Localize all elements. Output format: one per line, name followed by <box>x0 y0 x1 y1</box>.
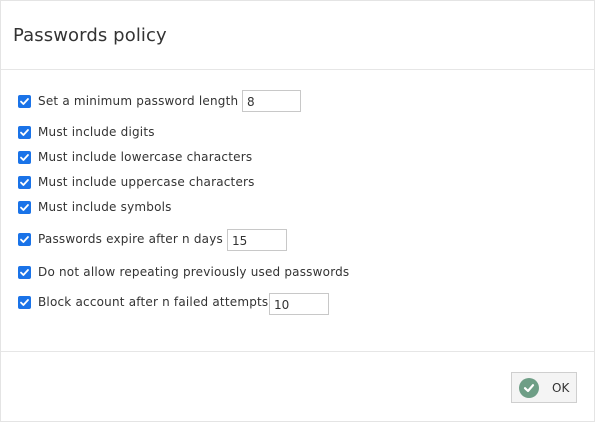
option-lowercase: Must include lowercase characters <box>18 145 252 169</box>
option-symbols: Must include symbols <box>18 195 172 219</box>
ok-button[interactable]: OK <box>511 372 577 403</box>
expire-days-input[interactable] <box>227 229 287 251</box>
digits-label: Must include digits <box>38 125 155 139</box>
option-block-account: Block account after n failed attempts <box>18 290 268 314</box>
lowercase-label: Must include lowercase characters <box>38 150 253 164</box>
lowercase-checkbox[interactable] <box>18 150 31 164</box>
checkmark-icon <box>20 203 29 211</box>
min-length-checkbox[interactable] <box>18 94 31 108</box>
dialog-title: Passwords policy <box>13 25 167 46</box>
block-account-checkbox[interactable] <box>18 295 31 309</box>
uppercase-label: Must include uppercase characters <box>38 175 255 189</box>
dialog-header: Passwords policy <box>1 1 594 70</box>
min-length-label: Set a minimum password length <box>38 94 239 108</box>
option-digits: Must include digits <box>18 120 155 144</box>
expire-days-checkbox[interactable] <box>18 232 31 246</box>
checkmark-icon <box>20 298 29 306</box>
symbols-checkbox[interactable] <box>18 200 31 214</box>
digits-checkbox[interactable] <box>18 125 31 139</box>
check-circle-icon <box>519 377 539 398</box>
policy-options: Set a minimum password length Must inclu… <box>1 71 594 351</box>
option-no-repeat: Do not allow repeating previously used p… <box>18 260 349 284</box>
dialog-footer: OK <box>1 351 594 422</box>
option-min-length: Set a minimum password length <box>18 89 238 113</box>
no-repeat-label: Do not allow repeating previously used p… <box>38 265 350 279</box>
failed-attempts-input[interactable] <box>269 293 329 315</box>
checkmark-icon <box>20 128 29 136</box>
option-uppercase: Must include uppercase characters <box>18 170 255 194</box>
uppercase-checkbox[interactable] <box>18 175 31 189</box>
option-expire-days: Passwords expire after n days <box>18 227 223 251</box>
checkmark-icon <box>20 235 29 243</box>
checkmark-icon <box>20 268 29 276</box>
min-length-input[interactable] <box>242 90 301 112</box>
block-account-label: Block account after n failed attempts <box>38 295 269 309</box>
checkmark-icon <box>20 178 29 186</box>
expire-days-label: Passwords expire after n days <box>38 232 223 246</box>
checkmark-icon <box>20 97 29 105</box>
symbols-label: Must include symbols <box>38 200 172 214</box>
password-policy-dialog: Passwords policy Set a minimum password … <box>0 0 595 422</box>
no-repeat-checkbox[interactable] <box>18 265 31 279</box>
checkmark-icon <box>20 153 29 161</box>
ok-label: OK <box>552 380 570 395</box>
